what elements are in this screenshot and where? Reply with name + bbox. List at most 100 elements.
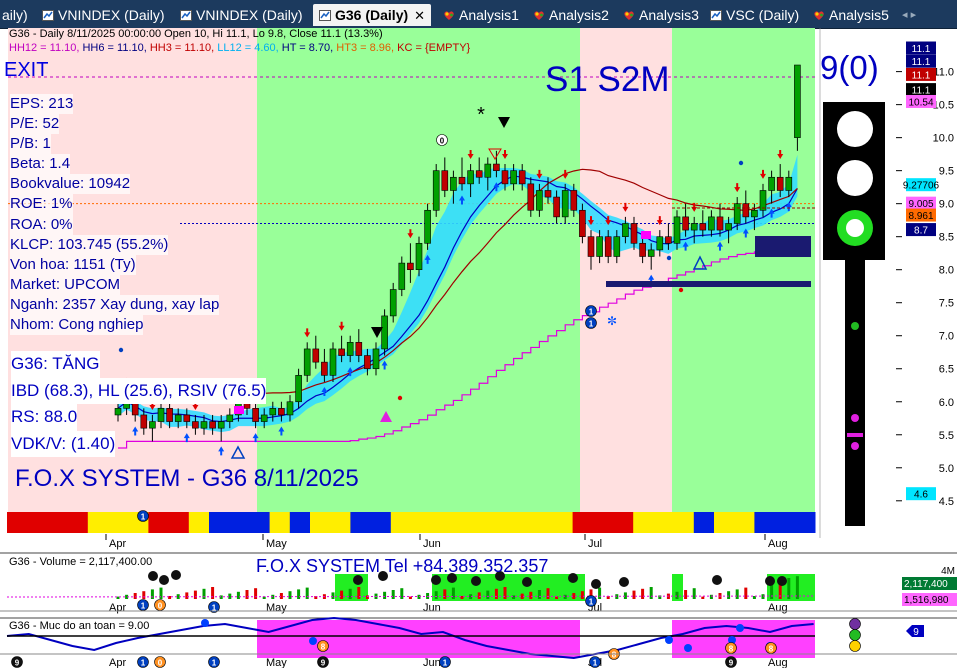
dot-marker: [666, 255, 672, 261]
color-strip-cell: [411, 512, 432, 533]
volume-bar: [305, 587, 309, 599]
color-strip-cell: [592, 512, 614, 533]
chart-icon: [710, 5, 722, 21]
volume-bar: [761, 594, 765, 599]
candle-body: [570, 190, 578, 211]
color-strip-cell: [67, 512, 89, 533]
color-strip-cell: [229, 512, 250, 533]
candle-body: [596, 236, 603, 257]
price-tag-label: 11.1: [912, 57, 931, 68]
fundamental-5: ROE: 1%: [10, 194, 73, 215]
x-tick-label: Jun: [423, 538, 441, 550]
tab-close-icon[interactable]: ✕: [414, 8, 425, 23]
chart-icon: [319, 5, 331, 21]
volume-bar: [400, 588, 404, 599]
candle-body: [493, 163, 500, 171]
candle-body: [441, 170, 449, 191]
volume-bar: [142, 591, 146, 599]
tab-1[interactable]: VNINDEX (Daily): [40, 4, 167, 26]
color-strip-cell: [451, 512, 473, 533]
volume-bar: [297, 589, 301, 599]
price-tag-label: 11.1: [912, 86, 931, 97]
indicator-value-3: LL12 = 4.60,: [217, 42, 282, 54]
x-tick-label: Apr: [109, 538, 126, 550]
tab-3[interactable]: G36 (Daily) ✕: [313, 4, 432, 26]
indicator-value-2: HH3 = 11.10,: [149, 42, 218, 54]
fundamental-9: Market: UPCOM: [10, 274, 121, 295]
zone-3: [672, 28, 815, 512]
one-badge-icon-label: 1: [141, 513, 146, 522]
candle-body: [467, 170, 474, 185]
y-tick-label: 6.0: [939, 397, 954, 409]
tab-7[interactable]: VSC (Daily): [708, 4, 801, 26]
star-icon: *: [477, 104, 485, 126]
volume-bar: [150, 589, 154, 599]
volume-bar: [357, 587, 361, 599]
volume-bar: [331, 592, 335, 599]
tab-4[interactable]: Analysis1: [441, 4, 521, 26]
tab-6[interactable]: Analysis3: [621, 4, 701, 26]
safety-tag-label: 9: [913, 627, 919, 638]
nine-badge-icon-label: 9: [15, 659, 20, 668]
color-strip-cell: [108, 512, 129, 533]
safety-magenta-zone: [257, 620, 580, 658]
status-circle-icon: [849, 629, 861, 641]
fundamental-4: Bookvalue: 10942: [10, 174, 131, 195]
volume-bar: [365, 595, 369, 599]
candle-body: [690, 223, 698, 231]
candle-body: [364, 355, 371, 370]
tab-8[interactable]: Analysis5: [811, 4, 891, 26]
y-tick-label: 4.5: [939, 496, 954, 508]
volume-bar: [503, 587, 507, 599]
color-strip-cell: [714, 512, 735, 533]
snowflake-icon: ✼: [607, 314, 617, 328]
volume-dot-icon: [171, 570, 181, 580]
candle: [432, 164, 440, 217]
volume-dot-icon: [765, 576, 775, 586]
x-tick-label-safety: May: [266, 657, 287, 668]
color-strip-cell: [613, 512, 634, 533]
fundamental-1: P/E: 52: [10, 114, 60, 135]
color-strip-cell: [27, 512, 48, 533]
color-strip-cell: [289, 512, 311, 533]
candle-body: [527, 183, 535, 211]
traffic-light-top-icon: [837, 111, 873, 147]
candle-body: [587, 236, 595, 257]
tab-label: G36 (Daily): [335, 7, 409, 23]
y-tick-label: 5.0: [939, 463, 954, 475]
candle-body: [278, 408, 285, 416]
volume-dot-icon: [471, 576, 481, 586]
volume-bar: [133, 593, 137, 599]
tab-0[interactable]: aily): [0, 4, 30, 26]
tab-label: Analysis1: [459, 7, 519, 23]
status-panel: G36: TĂNG IBD (68.3), HL (25.6), RSIV (76…: [11, 351, 267, 458]
volume-bar: [391, 590, 395, 599]
candle: [424, 203, 431, 250]
volume-dot-icon: [159, 575, 169, 585]
tab-5[interactable]: Analysis2: [531, 4, 611, 26]
zone-2: [580, 28, 672, 512]
marker-magenta: [641, 231, 651, 239]
tab-scroll-arrows[interactable]: ◂ ▸: [902, 4, 916, 26]
volume-bar: [443, 589, 447, 599]
analysis-icon: [813, 5, 825, 20]
one-badge-icon-label: 1: [212, 659, 217, 668]
tel-banner: F.O.X SYSTEM Tel +84.389.352.357: [256, 556, 549, 576]
candle-body: [536, 190, 543, 211]
candle-body: [733, 203, 741, 224]
system-title: F.O.X SYSTEM - G36 8/11/2025: [15, 465, 359, 492]
candle-body: [579, 209, 586, 237]
y-tick-label: 10.0: [933, 133, 954, 145]
tab-2[interactable]: VNINDEX (Daily): [178, 4, 305, 26]
volume-bar: [494, 588, 498, 599]
chart-icon: [42, 5, 54, 21]
candle-body: [372, 348, 380, 370]
color-strip-cell: [87, 512, 109, 533]
fundamental-0: EPS: 213: [10, 94, 74, 115]
volume-dot-icon: [712, 575, 722, 585]
color-strip-cell: [794, 512, 816, 533]
dot-marker: [738, 160, 744, 166]
tab-bar: aily) VNINDEX (Daily) VNINDEX (Daily) G36 (…: [0, 0, 957, 29]
resistance-block: [755, 236, 811, 257]
volume-dot-icon: [568, 573, 578, 583]
